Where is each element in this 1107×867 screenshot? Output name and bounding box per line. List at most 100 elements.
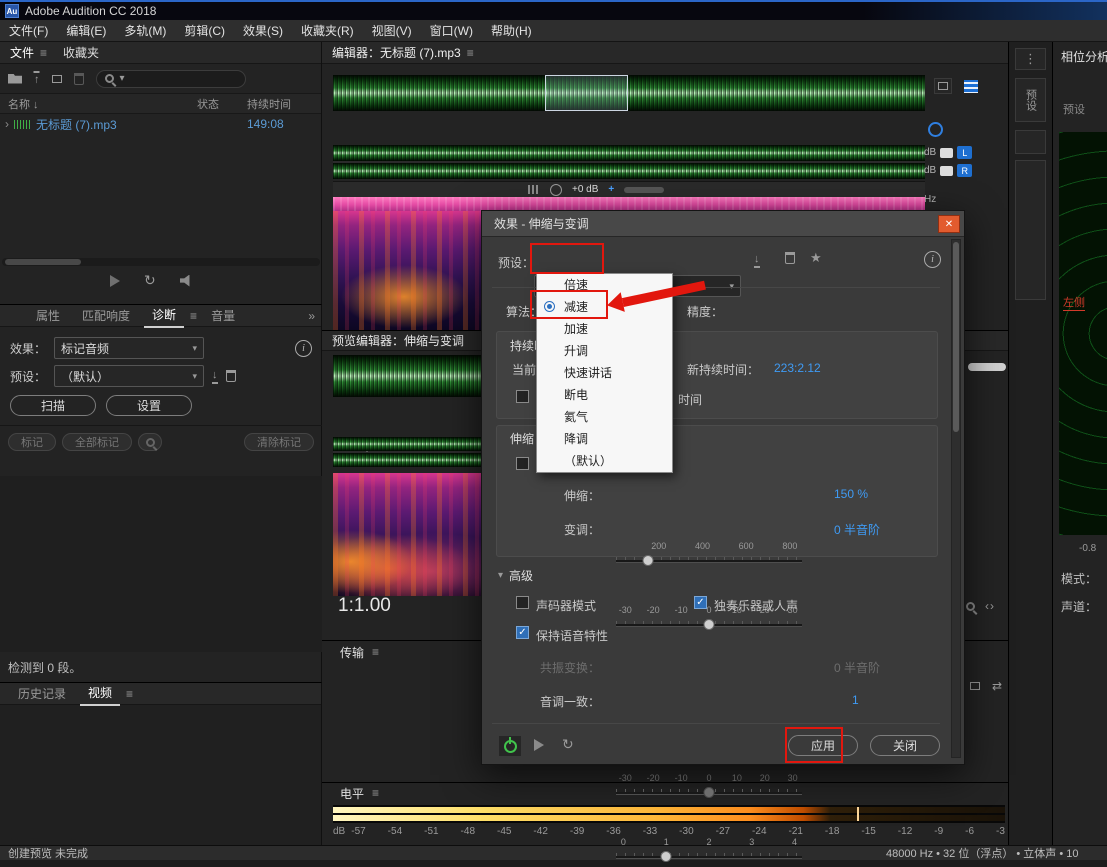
find-marker-button[interactable] (138, 433, 162, 451)
swap-icon[interactable] (992, 679, 1002, 693)
dialog-favorite-icon[interactable] (810, 250, 822, 266)
waveform-selection[interactable] (545, 75, 628, 111)
editor-overview-waveform[interactable] (333, 75, 925, 111)
phase-preset-label[interactable]: 预设 (1053, 65, 1107, 117)
editor-menu-icon[interactable] (467, 46, 474, 60)
tab-overflow-icon[interactable]: » (308, 309, 315, 323)
preset-vertical-tab[interactable]: 预设 (1015, 78, 1046, 122)
menu-view[interactable]: 视图(V) (363, 22, 421, 39)
level-meter[interactable] (333, 805, 1005, 823)
mark-all-button[interactable]: 全部标记 (62, 433, 132, 451)
info-icon[interactable] (295, 340, 312, 357)
files-hscrollbar[interactable] (2, 258, 320, 266)
diagnostics-menu-icon[interactable] (190, 309, 197, 323)
preview-waveform-left[interactable] (333, 437, 481, 451)
column-name[interactable]: 名称 ↓ (0, 96, 39, 112)
open-file-icon[interactable] (8, 74, 22, 84)
phase-scope[interactable]: 左侧 (1059, 132, 1107, 535)
import-file-icon[interactable] (34, 71, 40, 86)
vocoder-checkbox[interactable] (516, 596, 529, 609)
scale-box[interactable] (940, 166, 953, 176)
expand-icon[interactable] (0, 117, 14, 131)
play-icon[interactable] (110, 275, 120, 287)
strip-slot[interactable] (1015, 160, 1046, 300)
levels-menu-icon[interactable] (372, 786, 379, 800)
right-channel-button[interactable]: R (957, 164, 972, 177)
clipboard-icon[interactable] (970, 682, 980, 690)
files-search-input[interactable] (96, 70, 246, 88)
tab-match-loudness[interactable]: 匹配响度 (74, 304, 138, 327)
close-button[interactable]: 关闭 (870, 735, 940, 756)
menu-file[interactable]: 文件(F) (0, 22, 57, 39)
speaker-icon[interactable] (180, 275, 195, 287)
tab-files[interactable]: 文件 (10, 44, 34, 61)
dialog-delete-preset-icon[interactable] (785, 252, 795, 264)
dialog-titlebar[interactable]: 效果 - 伸缩与变调 (482, 211, 964, 237)
dropdown-option[interactable]: 断电 (537, 384, 672, 406)
clear-markers-button[interactable]: 清除标记 (244, 433, 314, 451)
video-menu-icon[interactable] (126, 687, 133, 701)
spot-icon[interactable] (608, 184, 614, 195)
selection-brackets-icon[interactable] (985, 599, 995, 613)
scale-box[interactable] (940, 148, 953, 158)
preview-play-icon[interactable] (534, 739, 544, 751)
dialog-close-icon[interactable] (938, 215, 960, 233)
spectral-pan-strip[interactable] (333, 197, 925, 211)
dropdown-option[interactable]: 加速 (537, 318, 672, 340)
dialog-info-icon[interactable] (924, 251, 941, 268)
monitor-icon[interactable] (928, 122, 943, 137)
scan-button[interactable]: 扫描 (10, 395, 96, 416)
stretch-slider[interactable]: 200 400 600 800 (616, 541, 802, 571)
menu-favorites[interactable]: 收藏夹(R) (292, 22, 363, 39)
delete-file-icon[interactable] (74, 73, 84, 85)
advanced-toggle[interactable]: 高级 (498, 567, 533, 584)
file-name[interactable]: 无标题 (7).mp3 (36, 116, 117, 133)
dropdown-option[interactable]: 快速讲话 (537, 362, 672, 384)
layout-toggle-icon[interactable] (960, 77, 982, 96)
tab-history[interactable]: 历史记录 (10, 682, 74, 705)
preview-scrollbar[interactable] (968, 363, 1006, 371)
editor-waveform-right[interactable] (333, 163, 925, 179)
strip-slot[interactable] (1015, 130, 1046, 154)
time-icon[interactable] (550, 184, 562, 196)
snap-icon[interactable] (934, 78, 952, 94)
tab-volume[interactable]: 音量 (203, 304, 243, 327)
menu-clip[interactable]: 剪辑(C) (175, 22, 234, 39)
zoom-icon[interactable] (966, 602, 975, 611)
preview-waveform-right[interactable] (333, 453, 481, 467)
lock-duration-checkbox[interactable] (516, 390, 529, 403)
search-options-icon[interactable] (120, 73, 125, 84)
dialog-scrollbar[interactable] (951, 239, 961, 758)
delete-preset-icon[interactable] (226, 370, 236, 382)
menu-multitrack[interactable]: 多轨(M) (115, 22, 175, 39)
file-row[interactable]: 无标题 (7).mp3 149:08 (0, 114, 321, 134)
preview-spectrogram[interactable] (333, 473, 481, 596)
panel-options-icon[interactable] (1015, 48, 1046, 70)
tab-favorites[interactable]: 收藏夹 (63, 44, 99, 61)
left-channel-button[interactable]: L (957, 146, 972, 159)
column-status[interactable]: 状态 (197, 96, 219, 112)
preview-waveform[interactable] (333, 355, 481, 397)
dropdown-option[interactable]: 降调 (537, 428, 672, 450)
menu-edit[interactable]: 编辑(E) (57, 22, 115, 39)
diagnostics-preset-select[interactable]: （默认） (54, 365, 204, 387)
effect-power-button[interactable] (498, 735, 522, 757)
new-item-icon[interactable] (52, 75, 62, 83)
menu-help[interactable]: 帮助(H) (482, 22, 541, 39)
gain-value[interactable]: +0 dB (572, 184, 598, 195)
preview-loop-icon[interactable] (562, 736, 574, 753)
mark-button[interactable]: 标记 (8, 433, 56, 451)
dialog-save-preset-icon[interactable] (754, 253, 760, 268)
link-stretch-checkbox[interactable] (516, 457, 529, 470)
loop-icon[interactable] (144, 272, 156, 289)
menu-window[interactable]: 窗口(W) (421, 22, 482, 39)
save-preset-icon[interactable] (212, 369, 218, 384)
diagnostics-results-list[interactable] (0, 476, 322, 652)
settings-button[interactable]: 设置 (106, 395, 192, 416)
menu-effects[interactable]: 效果(S) (234, 22, 292, 39)
hud-slider[interactable] (624, 187, 664, 193)
speech-checkbox[interactable] (516, 626, 529, 639)
editor-waveform-left[interactable] (333, 145, 925, 161)
column-duration[interactable]: 持续时间 (247, 96, 291, 112)
dropdown-option[interactable]: （默认） (537, 450, 672, 472)
